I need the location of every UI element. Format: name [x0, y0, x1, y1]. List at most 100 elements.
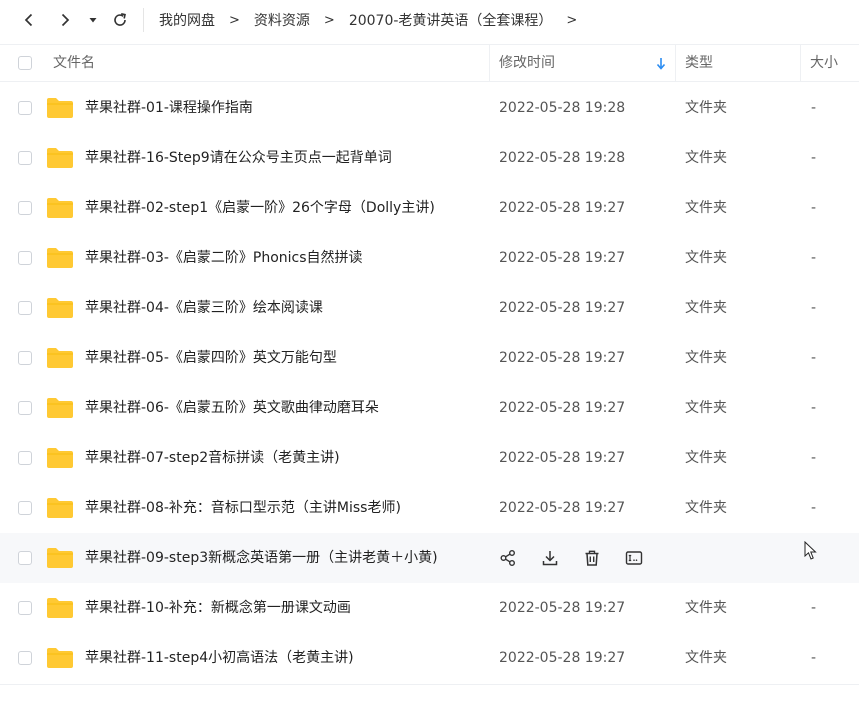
file-type: 文件夹	[685, 600, 727, 616]
chevron-left-icon	[24, 13, 33, 27]
toolbar: 我的网盘 > 资料资源 > 20070-老黄讲英语（全套课程） >	[0, 0, 859, 40]
file-name[interactable]: 苹果社群-02-step1《启蒙一阶》26个字母（Dolly主讲)	[85, 183, 435, 233]
file-type: 文件夹	[685, 300, 727, 316]
file-modified-date: 2022-05-28 19:27	[499, 300, 626, 316]
sort-descending-icon[interactable]	[655, 57, 667, 71]
file-type: 文件夹	[685, 100, 727, 116]
refresh-icon	[114, 13, 126, 26]
row-checkbox[interactable]	[18, 351, 32, 365]
row-checkbox[interactable]	[18, 651, 32, 665]
folder-icon	[47, 498, 73, 518]
file-modified-date: 2022-05-28 19:27	[499, 200, 626, 216]
refresh-button[interactable]	[108, 8, 132, 32]
file-name[interactable]: 苹果社群-09-step3新概念英语第一册（主讲老黄＋小黄)	[85, 533, 438, 583]
row-checkbox[interactable]	[18, 151, 32, 165]
column-divider[interactable]	[675, 45, 676, 81]
forward-button[interactable]	[53, 8, 77, 32]
breadcrumb-separator[interactable]: >	[566, 13, 577, 28]
folder-icon	[47, 448, 73, 468]
file-name[interactable]: 苹果社群-06-《启蒙五阶》英文歌曲律动磨耳朵	[85, 383, 379, 433]
file-type: 文件夹	[685, 400, 727, 416]
file-type: 文件夹	[685, 250, 727, 266]
file-row[interactable]: 苹果社群-11-step4小初高语法（老黄主讲) 2022-05-28 19:2…	[0, 633, 859, 683]
file-size: -	[811, 450, 817, 466]
file-modified-date: 2022-05-28 19:28	[499, 150, 626, 166]
file-row[interactable]: 苹果社群-06-《启蒙五阶》英文歌曲律动磨耳朵 2022-05-28 19:27…	[0, 383, 859, 433]
history-dropdown-button[interactable]	[82, 8, 104, 32]
file-type: 文件夹	[685, 650, 727, 666]
breadcrumb-separator: >	[229, 12, 240, 28]
file-modified-date: 2022-05-28 19:27	[499, 400, 626, 416]
file-row[interactable]: 苹果社群-01-课程操作指南 2022-05-28 19:28 文件夹 -	[0, 83, 859, 133]
chevron-right-icon	[61, 13, 70, 27]
select-all-checkbox[interactable]	[18, 56, 32, 70]
file-row[interactable]: 苹果社群-10-补充：新概念第一册课文动画 2022-05-28 19:27 文…	[0, 583, 859, 633]
file-type: 文件夹	[685, 200, 727, 216]
file-row-hovered[interactable]: 苹果社群-09-step3新概念英语第一册（主讲老黄＋小黄)	[0, 533, 859, 583]
file-size: -	[811, 200, 817, 216]
file-row[interactable]: 苹果社群-08-补充：音标口型示范（主讲Miss老师) 2022-05-28 1…	[0, 483, 859, 533]
file-modified-date: 2022-05-28 19:27	[499, 600, 626, 616]
row-actions	[498, 548, 666, 568]
file-size: -	[811, 350, 817, 366]
row-checkbox[interactable]	[18, 101, 32, 115]
file-name[interactable]: 苹果社群-04-《启蒙三阶》绘本阅读课	[85, 283, 323, 333]
file-name[interactable]: 苹果社群-08-补充：音标口型示范（主讲Miss老师)	[85, 483, 401, 533]
file-modified-date: 2022-05-28 19:27	[499, 650, 626, 666]
list-bottom-divider	[0, 684, 859, 685]
file-type: 文件夹	[685, 450, 727, 466]
breadcrumb-item-current[interactable]: 20070-老黄讲英语（全套课程）	[349, 10, 553, 30]
file-type: 文件夹	[685, 350, 727, 366]
column-header-type[interactable]: 类型	[685, 45, 713, 81]
file-size: -	[811, 600, 817, 616]
file-name[interactable]: 苹果社群-11-step4小初高语法（老黄主讲)	[85, 633, 354, 683]
download-icon	[542, 551, 558, 566]
folder-icon	[47, 248, 73, 268]
folder-icon	[47, 98, 73, 118]
column-header-size[interactable]: 大小	[810, 45, 838, 81]
share-icon	[500, 550, 515, 566]
row-checkbox[interactable]	[18, 201, 32, 215]
file-row[interactable]: 苹果社群-03-《启蒙二阶》Phonics自然拼读 2022-05-28 19:…	[0, 233, 859, 283]
download-button[interactable]	[540, 548, 560, 568]
breadcrumb-item-resources[interactable]: 资料资源	[254, 10, 310, 30]
file-size: -	[811, 300, 817, 316]
file-row[interactable]: 苹果社群-05-《启蒙四阶》英文万能句型 2022-05-28 19:27 文件…	[0, 333, 859, 383]
file-size: -	[811, 650, 817, 666]
row-checkbox[interactable]	[18, 451, 32, 465]
file-row[interactable]: 苹果社群-02-step1《启蒙一阶》26个字母（Dolly主讲) 2022-0…	[0, 183, 859, 233]
column-divider[interactable]	[489, 45, 490, 81]
file-name[interactable]: 苹果社群-07-step2音标拼读（老黄主讲)	[85, 433, 340, 483]
caret-down-icon	[89, 18, 97, 23]
folder-icon	[47, 348, 73, 368]
file-size: -	[811, 400, 817, 416]
column-header-name[interactable]: 文件名	[53, 45, 95, 81]
file-name[interactable]: 苹果社群-16-Step9请在公众号主页点一起背单词	[85, 133, 392, 183]
row-checkbox[interactable]	[18, 601, 32, 615]
share-button[interactable]	[498, 548, 518, 568]
row-checkbox[interactable]	[18, 401, 32, 415]
file-name[interactable]: 苹果社群-01-课程操作指南	[85, 83, 253, 133]
back-button[interactable]	[17, 8, 41, 32]
column-header-modified[interactable]: 修改时间	[499, 45, 555, 81]
row-checkbox[interactable]	[18, 301, 32, 315]
breadcrumb-item-root[interactable]: 我的网盘	[159, 10, 215, 30]
file-name[interactable]: 苹果社群-03-《启蒙二阶》Phonics自然拼读	[85, 233, 363, 283]
rename-button[interactable]	[624, 548, 644, 568]
file-row[interactable]: 苹果社群-07-step2音标拼读（老黄主讲) 2022-05-28 19:27…	[0, 433, 859, 483]
folder-icon	[47, 548, 73, 568]
row-checkbox[interactable]	[18, 501, 32, 515]
file-name[interactable]: 苹果社群-05-《启蒙四阶》英文万能句型	[85, 333, 337, 383]
file-size: -	[811, 250, 817, 266]
file-type: 文件夹	[685, 150, 727, 166]
folder-icon	[47, 598, 73, 618]
file-row[interactable]: 苹果社群-04-《启蒙三阶》绘本阅读课 2022-05-28 19:27 文件夹…	[0, 283, 859, 333]
delete-button[interactable]	[582, 548, 602, 568]
delete-icon	[585, 550, 599, 566]
row-checkbox[interactable]	[18, 551, 32, 565]
file-name[interactable]: 苹果社群-10-补充：新概念第一册课文动画	[85, 583, 351, 633]
column-divider[interactable]	[800, 45, 801, 81]
file-row[interactable]: 苹果社群-16-Step9请在公众号主页点一起背单词 2022-05-28 19…	[0, 133, 859, 183]
row-checkbox[interactable]	[18, 251, 32, 265]
file-modified-date: 2022-05-28 19:27	[499, 350, 626, 366]
